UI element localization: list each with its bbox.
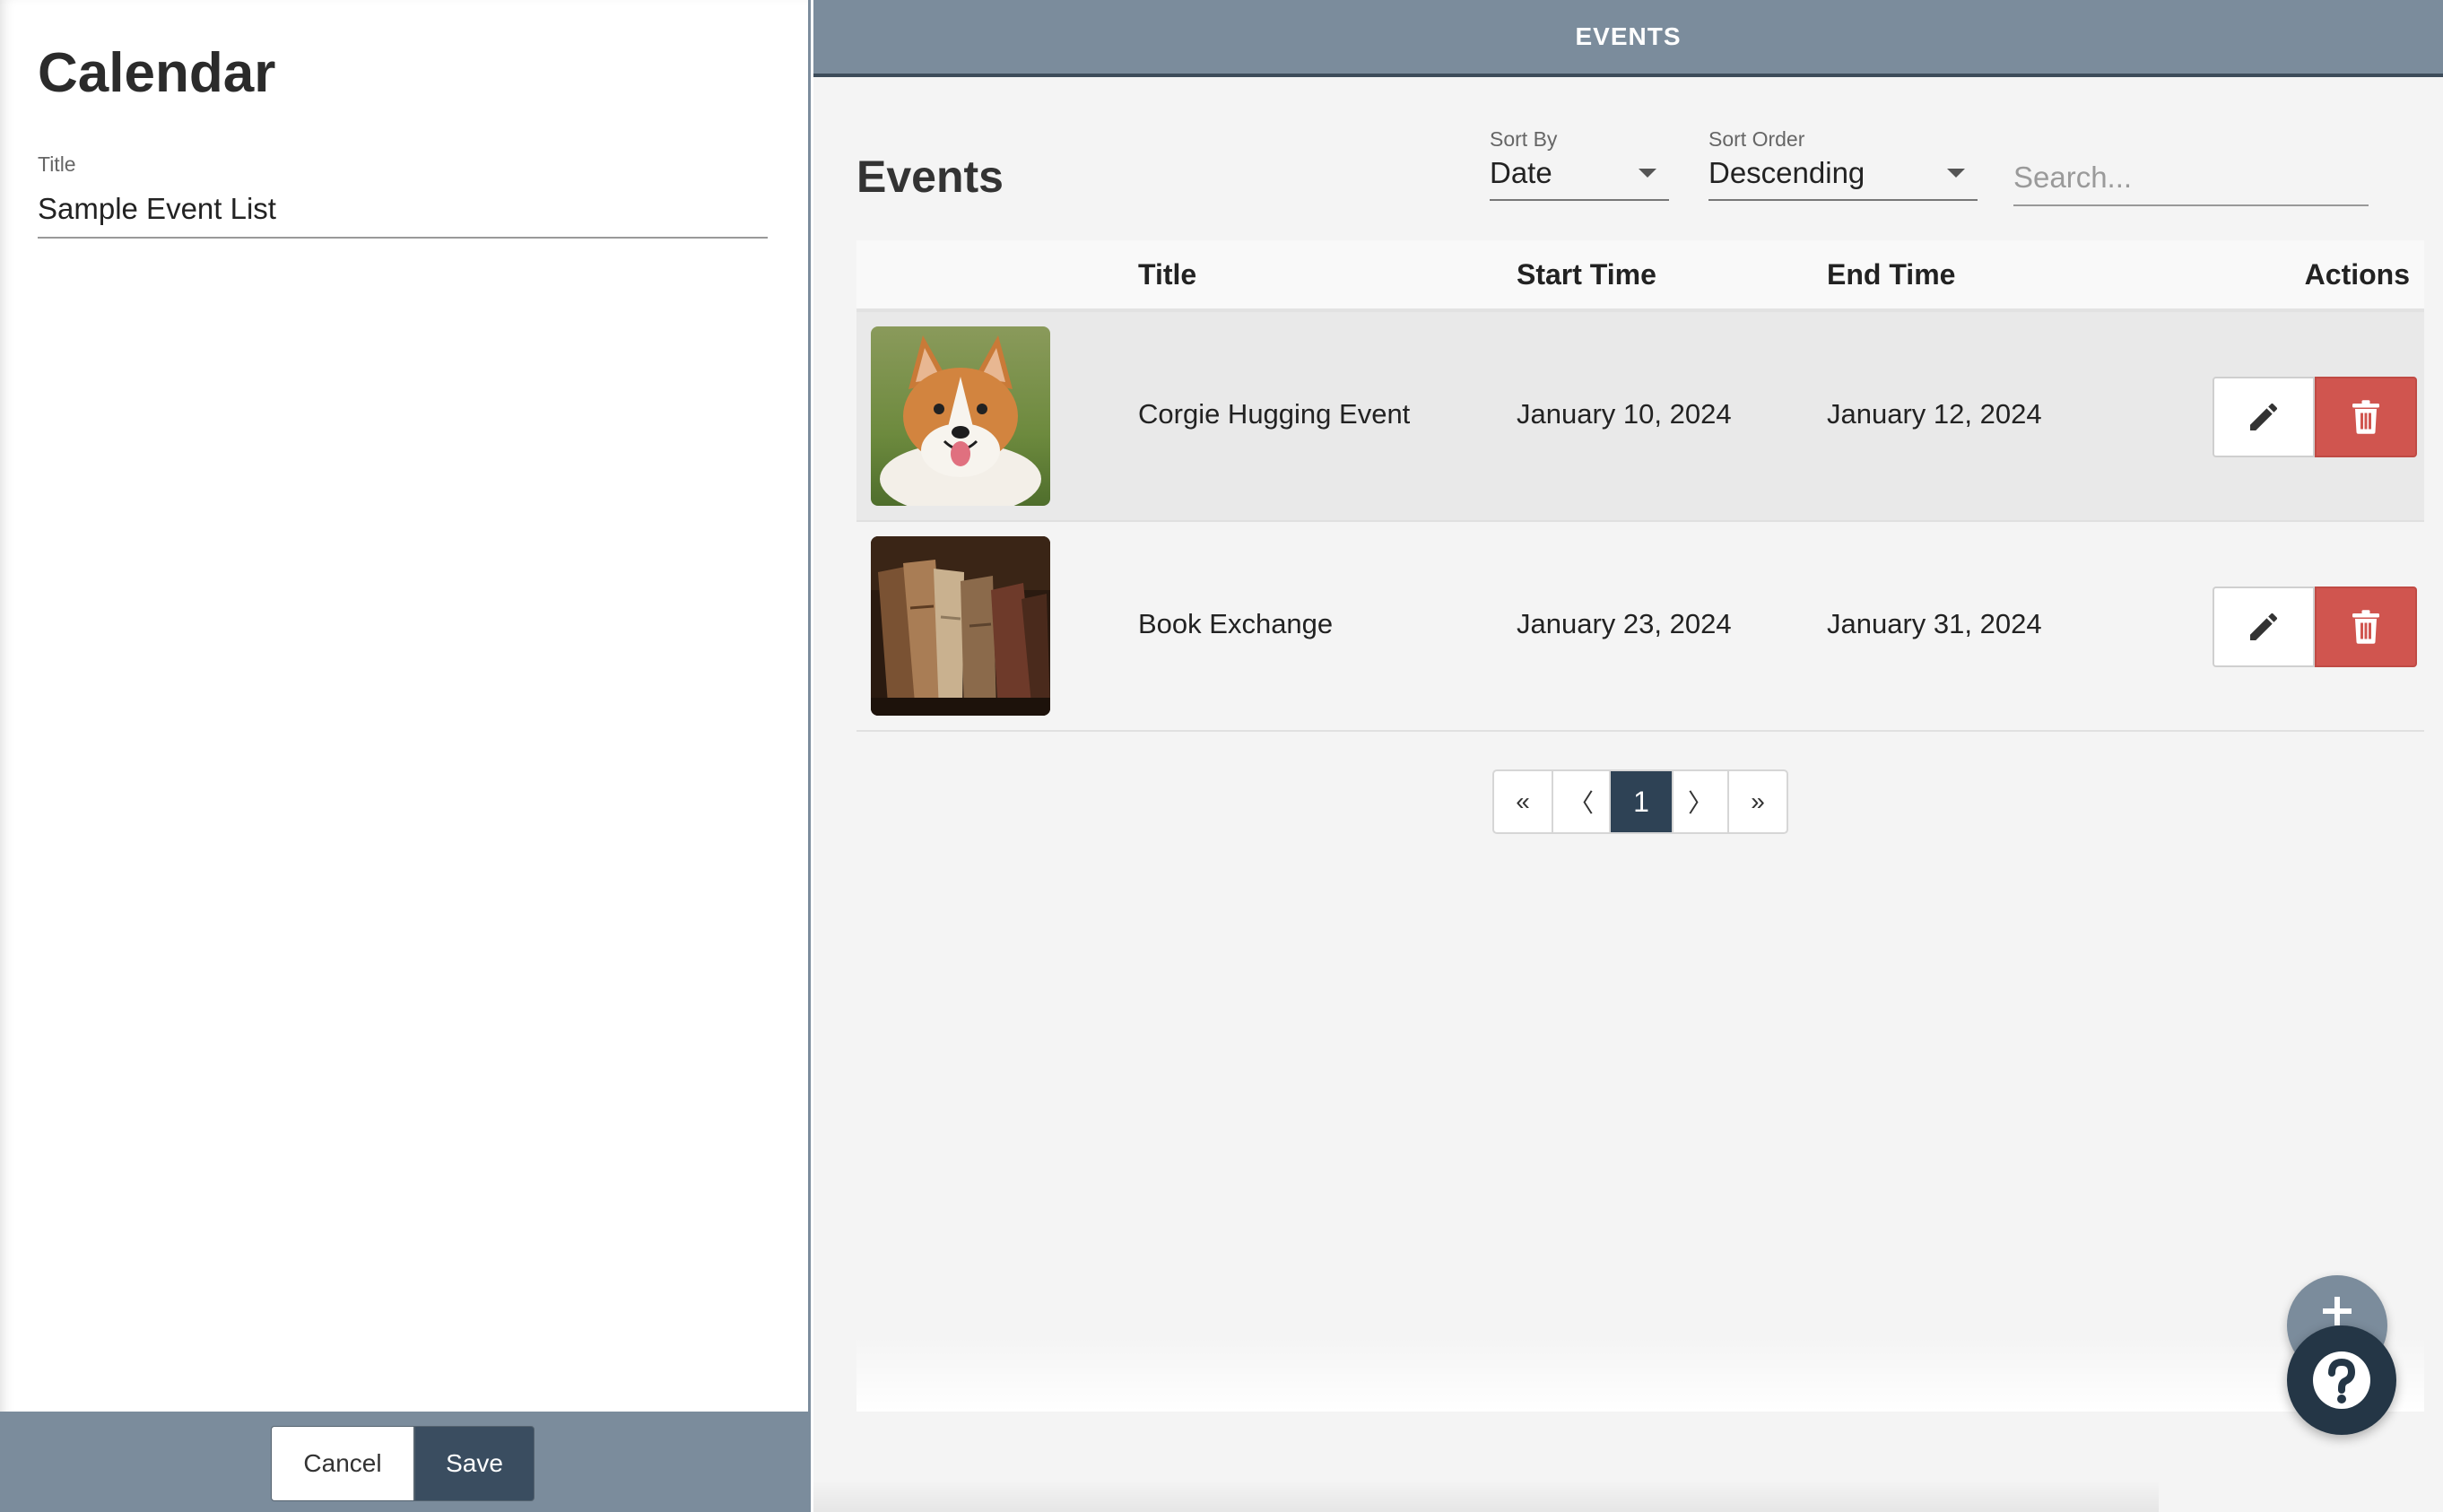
- sort-by-label: Sort By: [1490, 127, 1558, 151]
- trash-icon: [2352, 610, 2379, 644]
- next-page-button[interactable]: 〉: [1674, 771, 1729, 832]
- corgi-photo: [871, 326, 1050, 506]
- last-page-button[interactable]: »: [1729, 771, 1787, 832]
- chevron-down-icon: [1639, 169, 1656, 178]
- sort-by-control: Sort By Date: [1490, 127, 1669, 201]
- sort-order-label: Sort Order: [1708, 127, 1805, 151]
- prev-page-button[interactable]: 〈: [1553, 771, 1611, 832]
- help-icon: [2313, 1351, 2370, 1409]
- edit-button[interactable]: [2213, 587, 2315, 667]
- sort-order-control: Sort Order Descending: [1708, 127, 1978, 201]
- events-heading: Events: [856, 152, 1004, 202]
- delete-button[interactable]: [2315, 377, 2417, 457]
- first-page-button[interactable]: «: [1494, 771, 1553, 832]
- list-bottom-fade: [856, 1336, 2424, 1412]
- delete-button[interactable]: [2315, 587, 2417, 667]
- column-header-end-time[interactable]: End Time: [1827, 258, 1955, 291]
- column-header-title[interactable]: Title: [1138, 258, 1196, 291]
- search-input[interactable]: [2013, 151, 2369, 206]
- event-end-time: January 12, 2024: [1827, 398, 2042, 430]
- pagination: « 〈 1 〉 »: [1492, 769, 1788, 834]
- calendar-editor-panel: Calendar Title Sample Event List Cancel …: [0, 0, 811, 1512]
- plus-icon: [2323, 1297, 2352, 1325]
- event-start-time: January 10, 2024: [1517, 398, 1732, 430]
- edit-button[interactable]: [2213, 377, 2315, 457]
- table-row[interactable]: Corgie Hugging Event January 10, 2024 Ja…: [856, 312, 2424, 522]
- cancel-button[interactable]: Cancel: [271, 1426, 414, 1501]
- event-start-time: January 23, 2024: [1517, 608, 1732, 639]
- events-table: Title Start Time End Time Actions Corgie…: [856, 240, 2424, 732]
- trash-icon: [2352, 400, 2379, 434]
- save-button[interactable]: Save: [414, 1426, 535, 1501]
- events-header-bar: EVENTS: [813, 0, 2443, 77]
- sort-order-value: Descending: [1708, 156, 1865, 189]
- page-title: Calendar: [38, 42, 276, 104]
- event-title: Corgie Hugging Event: [1138, 398, 1411, 430]
- table-header: Title Start Time End Time Actions: [856, 240, 2424, 312]
- event-end-time: January 31, 2024: [1827, 608, 2042, 639]
- editor-footer: Cancel Save: [0, 1412, 811, 1512]
- page-bottom-shadow: [813, 1480, 2159, 1512]
- chevron-down-icon: [1947, 169, 1965, 178]
- pencil-icon: [2250, 613, 2277, 640]
- sort-by-select[interactable]: Date: [1490, 154, 1669, 201]
- sort-order-select[interactable]: Descending: [1708, 154, 1978, 201]
- old-books-photo: [871, 536, 1050, 716]
- pencil-icon: [2250, 403, 2277, 430]
- column-header-actions: Actions: [2304, 258, 2410, 291]
- event-title: Book Exchange: [1138, 608, 1334, 639]
- table-row[interactable]: Book Exchange January 23, 2024 January 3…: [856, 522, 2424, 732]
- events-header-title: EVENTS: [1575, 22, 1682, 50]
- title-field-label: Title: [38, 152, 76, 176]
- sort-by-value: Date: [1490, 156, 1552, 189]
- help-button[interactable]: [2287, 1325, 2396, 1435]
- page-1-button[interactable]: 1: [1611, 771, 1674, 832]
- events-preview-panel: EVENTS Events Sort By Date Sort Order De…: [813, 0, 2443, 1512]
- title-input[interactable]: Sample Event List: [38, 185, 768, 239]
- column-header-start-time[interactable]: Start Time: [1517, 258, 1656, 291]
